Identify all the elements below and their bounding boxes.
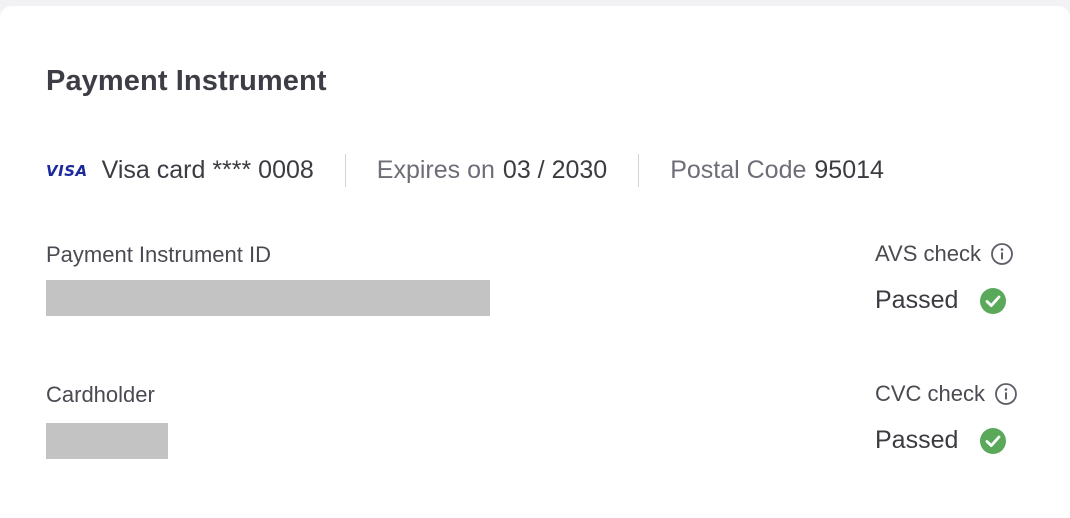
cvc-check-label: CVC check	[875, 381, 1018, 407]
summary-divider	[344, 153, 346, 187]
card-title: Payment Instrument	[46, 65, 327, 97]
cvc-check-text: CVC check	[875, 381, 986, 406]
cvc-status-text: Passed	[875, 426, 959, 454]
avs-status-text: Passed	[875, 286, 959, 314]
postal-code-value: 95014	[814, 155, 884, 184]
instrument-id-redacted	[46, 280, 490, 316]
avs-check-label: AVS check	[875, 241, 1014, 267]
postal-code-label: Postal Code	[670, 155, 807, 184]
card-summary: VISA Visa card **** 0008 Expires on 03 /…	[46, 150, 884, 190]
check-circle-icon	[979, 427, 1007, 455]
check-circle-icon	[979, 287, 1007, 315]
card-number-label: Visa card **** 0008	[101, 155, 314, 184]
cvc-check-status: Passed	[875, 426, 1007, 455]
expiry-value: 03 / 2030	[502, 155, 608, 184]
expiry-label: Expires on	[376, 155, 495, 184]
avs-check-status: Passed	[875, 286, 1007, 315]
info-circle-icon[interactable]	[994, 382, 1018, 406]
visa-logo-icon: VISA	[46, 162, 88, 180]
instrument-id-label: Payment Instrument ID	[46, 242, 271, 267]
payment-instrument-card: Payment Instrument VISA Visa card **** 0…	[0, 6, 1070, 518]
info-circle-icon[interactable]	[990, 242, 1014, 266]
summary-divider	[638, 153, 640, 187]
cardholder-redacted	[46, 423, 168, 459]
avs-check-text: AVS check	[875, 241, 981, 266]
cardholder-label: Cardholder	[46, 382, 155, 407]
